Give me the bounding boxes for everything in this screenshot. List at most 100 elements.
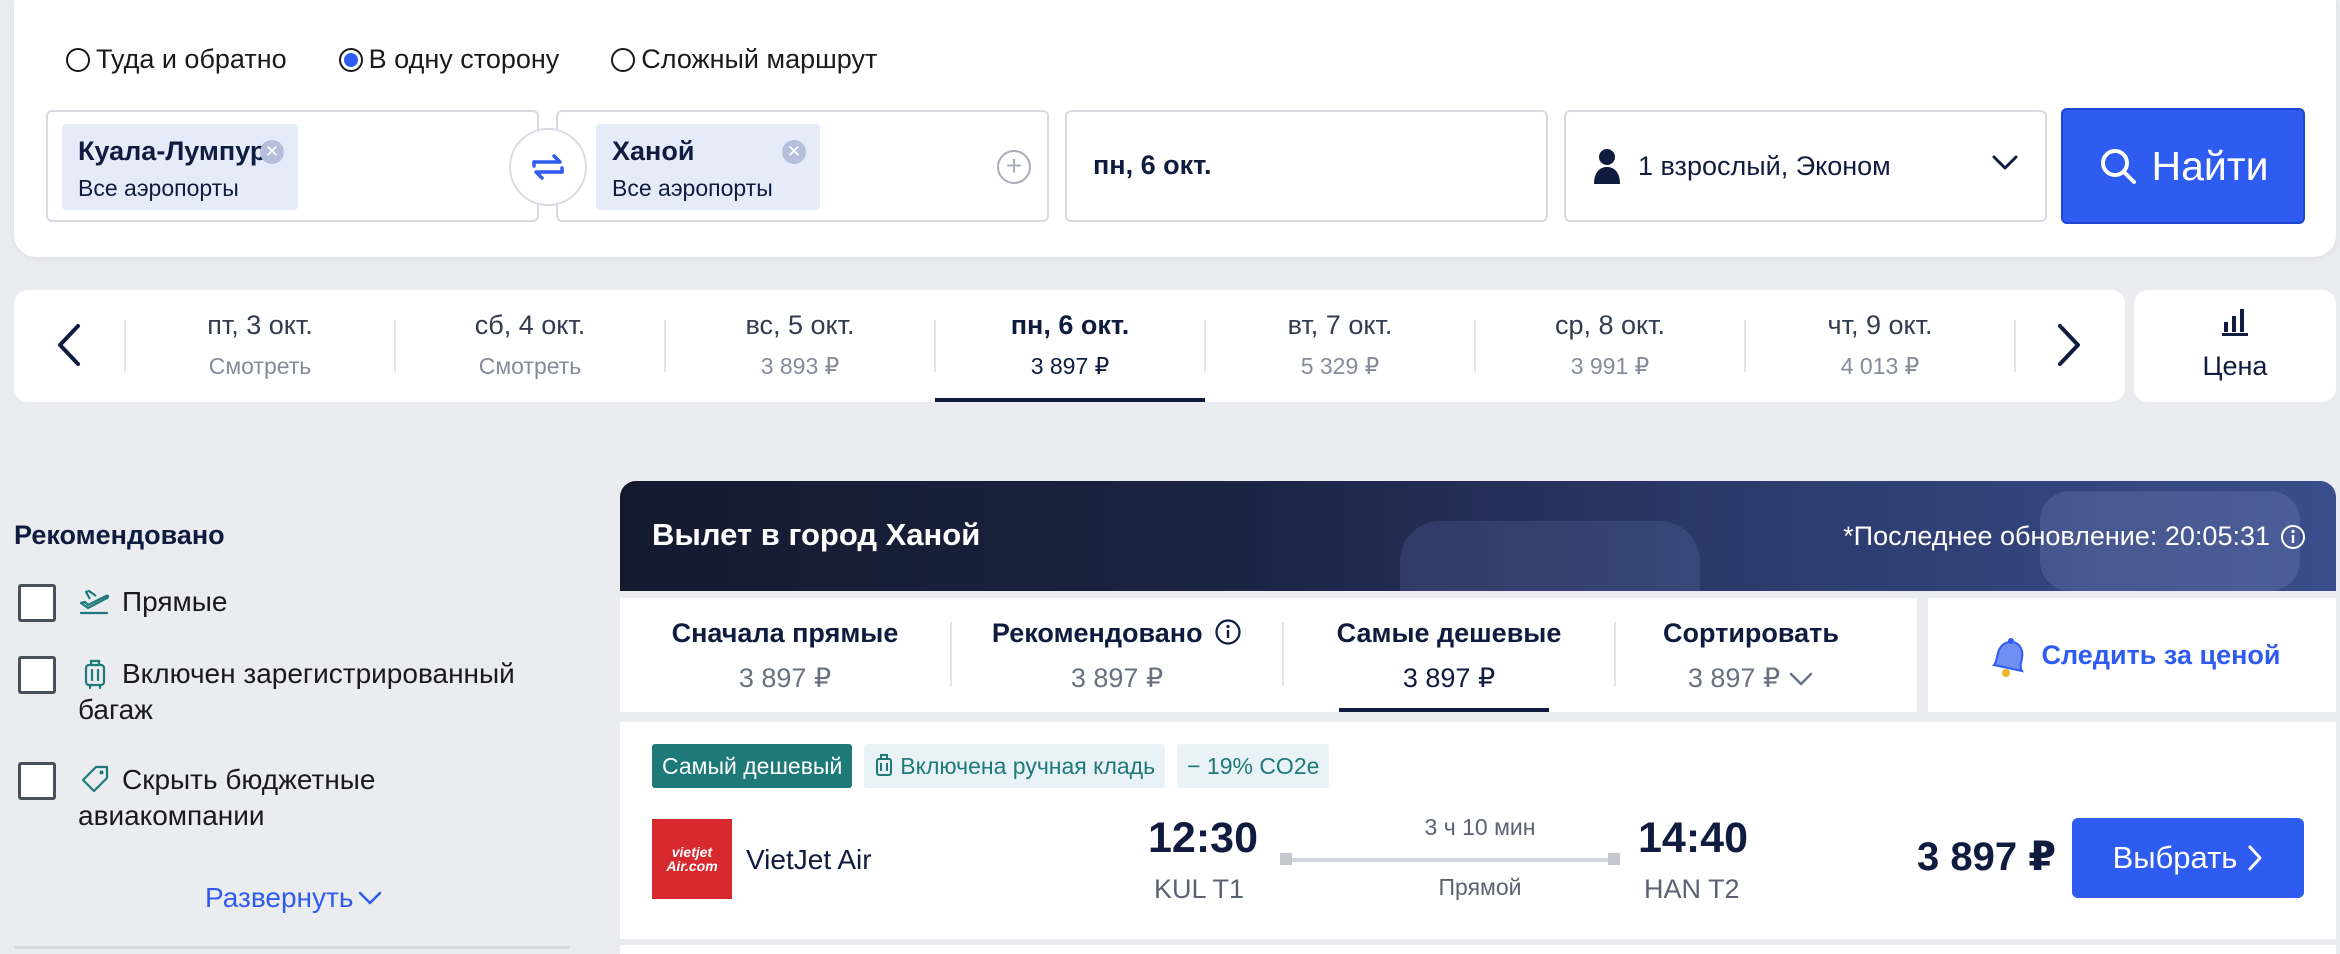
- results-header: Вылет в город Ханой *Последнее обновлени…: [620, 481, 2336, 591]
- search-icon: [2100, 149, 2136, 184]
- select-ticket-label: Выбрать: [2112, 840, 2238, 875]
- filter-lowcost-label-1: Скрыть бюджетные: [122, 764, 376, 795]
- info-icon[interactable]: [2280, 524, 2306, 550]
- passengers-summary: 1 взрослый, Эконом: [1638, 151, 1891, 181]
- sort-tab-price: 3 897 ₽: [1586, 663, 1916, 694]
- price-chart-label: Цена: [2202, 351, 2268, 381]
- day-label: пн, 6 окт.: [1010, 310, 1130, 340]
- chevron-down-icon: [1789, 672, 1813, 685]
- date-prev-button[interactable]: [44, 320, 94, 370]
- date-next-button[interactable]: [2044, 320, 2094, 370]
- add-destination-icon[interactable]: +: [997, 150, 1031, 184]
- search-button[interactable]: Найти: [2061, 108, 2305, 224]
- departure-time: 12:30: [1148, 814, 1258, 862]
- origin-chip[interactable]: Куала-Лумпур Все аэропорты ✕: [62, 124, 298, 210]
- filters-title: Рекомендовано: [14, 520, 225, 550]
- sort-tab-price: 3 897 ₽: [738, 663, 832, 693]
- sort-tab-direct-first[interactable]: Сначала прямые 3 897 ₽: [620, 598, 950, 712]
- destination-field[interactable]: Ханой Все аэропорты ✕ +: [556, 110, 1049, 222]
- bar-chart-icon: [2222, 309, 2248, 336]
- hand-luggage-badge: Включена ручная кладь: [864, 744, 1166, 788]
- day-price: 3 897 ₽: [1030, 353, 1110, 379]
- ticket-card[interactable]: Самый дешевый Включена ручная кладь − 19…: [620, 722, 2336, 939]
- header-background-image: [1400, 521, 1700, 591]
- filter-direct-label: Прямые: [122, 586, 228, 617]
- filter-lowcost-checkbox[interactable]: [18, 762, 56, 800]
- trip-type-roundtrip[interactable]: Туда и обратно: [66, 44, 287, 75]
- origin-clear-icon[interactable]: ✕: [260, 140, 284, 164]
- trip-type-roundtrip-label: Туда и обратно: [96, 44, 287, 74]
- flight-duration: 3 ч 10 мин: [1424, 814, 1536, 840]
- day-label: вт, 7 окт.: [1287, 310, 1393, 340]
- last-update: *Последнее обновление: 20:05:31: [1843, 521, 2306, 552]
- filters-divider: [14, 946, 570, 949]
- trip-type-multicity[interactable]: Сложный маршрут: [611, 44, 877, 75]
- sort-tab-cheapest[interactable]: Самые дешевые 3 897 ₽: [1284, 598, 1614, 712]
- day-option-selected[interactable]: пн, 6 окт. 3 897 ₽: [935, 290, 1205, 402]
- filter-baggage-checkbox[interactable]: [18, 656, 56, 694]
- tag-icon: [81, 765, 109, 793]
- destination-airports: Все аэропорты: [612, 175, 773, 201]
- select-ticket-button[interactable]: Выбрать: [2072, 818, 2304, 898]
- day-option[interactable]: ср, 8 окт. 3 991 ₽: [1475, 290, 1745, 402]
- day-option[interactable]: пт, 3 окт. Смотреть: [125, 290, 395, 402]
- sort-tab-label: Самые дешевые: [1336, 618, 1562, 648]
- results-title: Вылет в город Ханой: [652, 517, 981, 552]
- day-option[interactable]: сб, 4 окт. Смотреть: [395, 290, 665, 402]
- sort-tab-recommended[interactable]: Рекомендовано 3 897 ₽: [952, 598, 1282, 712]
- cheapest-badge: Самый дешевый: [652, 744, 853, 788]
- departure-date: пн, 6 окт.: [1093, 150, 1212, 180]
- price-watch-button[interactable]: Следить за ценой: [1928, 598, 2336, 712]
- luggage-icon: [876, 754, 893, 776]
- day-price: Смотреть: [478, 353, 582, 379]
- chevron-right-icon: [2248, 845, 2262, 871]
- sort-dropdown[interactable]: Сортировать 3 897 ₽: [1586, 598, 1916, 712]
- flight-stops: Прямой: [1438, 874, 1522, 900]
- chevron-right-icon: [2058, 324, 2080, 366]
- ticket-badges: Самый дешевый Включена ручная кладь − 19…: [652, 744, 1330, 788]
- day-option[interactable]: вс, 5 окт. 3 893 ₽: [665, 290, 935, 402]
- destination-city: Ханой: [612, 136, 695, 166]
- day-price: 3 893 ₽: [760, 353, 840, 379]
- day-option[interactable]: вт, 7 окт. 5 329 ₽: [1205, 290, 1475, 402]
- destination-clear-icon[interactable]: ✕: [782, 140, 806, 164]
- origin-field[interactable]: Куала-Лумпур Все аэропорты ✕: [46, 110, 539, 222]
- plane-takeoff-icon: [79, 589, 110, 615]
- swap-route-button[interactable]: [509, 128, 587, 206]
- filter-direct-checkbox[interactable]: [18, 584, 56, 622]
- day-option[interactable]: чт, 9 окт. 4 013 ₽: [1745, 290, 2015, 402]
- airline-logo: vietjet Air.com: [652, 819, 732, 899]
- origin-airports: Все аэропорты: [78, 175, 239, 201]
- search-button-label: Найти: [2151, 142, 2269, 189]
- price-chart-button[interactable]: Цена: [2134, 290, 2336, 402]
- info-icon[interactable]: [1214, 618, 1242, 646]
- price-watch-label: Следить за ценой: [2041, 639, 2281, 670]
- sort-tab-label: Рекомендовано: [952, 618, 1282, 649]
- day-label: вс, 5 окт.: [745, 310, 855, 340]
- radio-multicity[interactable]: [611, 47, 636, 72]
- day-separator: [2014, 320, 2016, 372]
- day-price: 4 013 ₽: [1840, 353, 1920, 379]
- swap-arrows-icon: [532, 154, 564, 180]
- filter-lowcost-label-2: авиакомпании: [78, 800, 265, 831]
- sort-tab-price: 3 897 ₽: [1402, 663, 1496, 693]
- arrival-airport: HAN T2: [1644, 874, 1740, 904]
- trip-type-oneway[interactable]: В одну сторону: [338, 44, 560, 75]
- destination-chip[interactable]: Ханой Все аэропорты ✕: [596, 124, 820, 210]
- radio-roundtrip[interactable]: [66, 47, 90, 72]
- sort-bar: Сначала прямые 3 897 ₽ Рекомендовано 3 8…: [620, 598, 1917, 712]
- filter-baggage-label-2: багаж: [78, 694, 153, 725]
- chevron-down-icon: [1992, 155, 2018, 170]
- day-price: 3 991 ₽: [1570, 353, 1650, 379]
- day-label: пт, 3 окт.: [207, 310, 313, 340]
- expand-filters-link[interactable]: Развернуть: [205, 882, 383, 914]
- passengers-field[interactable]: 1 взрослый, Эконом: [1564, 110, 2047, 222]
- trip-type-selector: Туда и обратно В одну сторону Сложный ма…: [66, 44, 877, 75]
- radio-oneway[interactable]: [338, 47, 363, 72]
- route-line: [1280, 853, 1620, 865]
- filter-baggage-label-1: Включен зарегистрированный: [122, 658, 515, 689]
- day-label: сб, 4 окт.: [474, 310, 586, 340]
- date-field[interactable]: пн, 6 окт.: [1065, 110, 1548, 222]
- sort-tab-label: Сортировать: [1662, 618, 1839, 648]
- trip-type-oneway-label: В одну сторону: [368, 44, 560, 74]
